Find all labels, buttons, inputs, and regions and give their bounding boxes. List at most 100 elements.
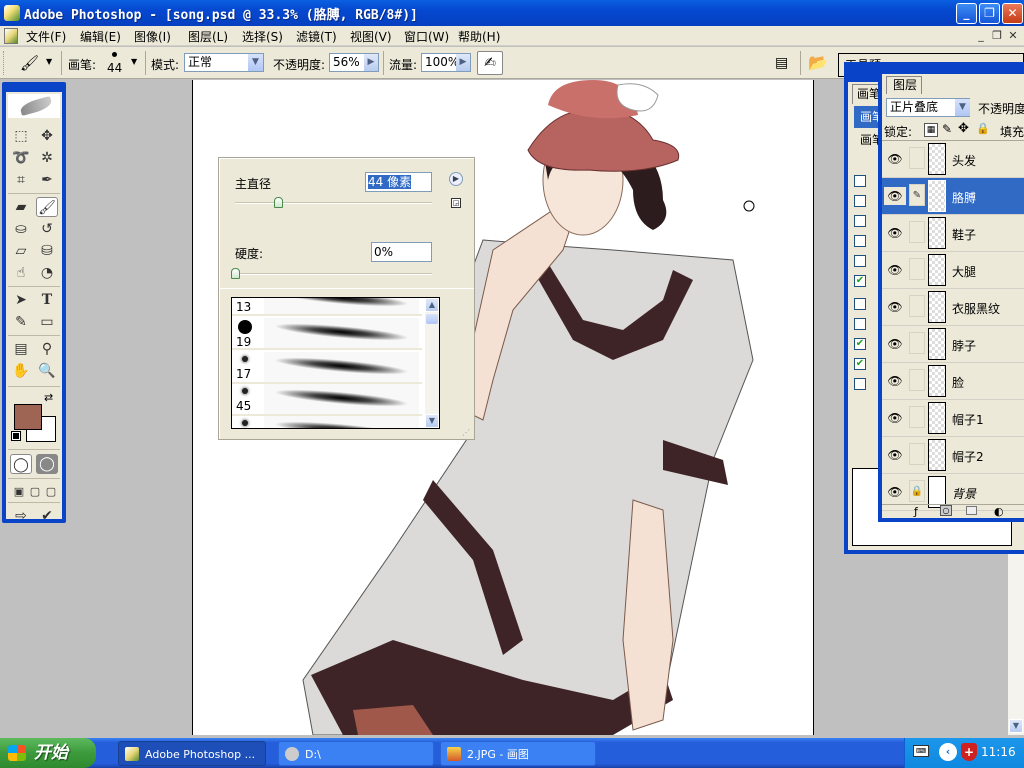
scroll-thumb[interactable]	[426, 314, 438, 324]
security-shield-icon[interactable]: +	[961, 743, 977, 761]
eye-icon[interactable]: 👁	[884, 483, 906, 501]
menu-edit[interactable]: 编辑(E)	[80, 28, 121, 45]
new-group-icon[interactable]	[966, 506, 977, 515]
minimize-button[interactable]: _	[956, 3, 977, 24]
checkmark-icon[interactable]: ✔	[36, 506, 58, 526]
scroll-down-icon[interactable]: ▼	[1009, 719, 1023, 733]
hardness-field[interactable]: 0%	[371, 242, 432, 262]
brush-preset-item[interactable]: 19	[232, 318, 422, 350]
smudge-tool-icon[interactable]: ☝	[10, 263, 32, 283]
hardness-slider-thumb[interactable]	[231, 268, 240, 279]
eye-icon[interactable]: 👁	[884, 372, 906, 390]
option-checkbox[interactable]	[854, 318, 866, 330]
popup-menu-arrow-icon[interactable]: ▶	[449, 172, 463, 186]
scroll-up-icon[interactable]: ▲	[425, 298, 439, 312]
options-grip[interactable]	[3, 51, 6, 75]
brush-edit-icon[interactable]: ✎	[909, 184, 925, 206]
menu-layer[interactable]: 图层(L)	[188, 28, 228, 45]
palette-menu-icon[interactable]: ▤	[775, 55, 788, 71]
paint-bucket-tool-icon[interactable]: ⛁	[36, 241, 58, 261]
layer-row[interactable]: 👁 大腿	[882, 252, 1024, 289]
option-checkbox[interactable]	[854, 175, 866, 187]
option-checkbox[interactable]	[854, 298, 866, 310]
option-checkbox-checked[interactable]: ✔	[854, 275, 866, 287]
chevron-down-icon[interactable]: ▼	[247, 54, 263, 71]
quick-mask-mode-icon[interactable]: ◯	[36, 454, 58, 474]
layer-row[interactable]: 👁 鞋子	[882, 215, 1024, 252]
magic-wand-tool-icon[interactable]: ✲	[36, 148, 58, 168]
brush-preset-item[interactable]: 17	[232, 352, 422, 384]
layer-row[interactable]: 👁 帽子2	[882, 437, 1024, 474]
adobe-feather-logo[interactable]	[8, 94, 60, 118]
brush-list-scrollbar[interactable]: ▲ ▼	[425, 298, 439, 428]
clock[interactable]: 11:16	[981, 745, 1016, 759]
marquee-tool-icon[interactable]: ⬚	[10, 126, 32, 146]
close-button[interactable]: ✕	[1002, 3, 1023, 24]
layer-row[interactable]: 👁 帽子1	[882, 400, 1024, 437]
swap-colors-icon[interactable]: ⇄	[44, 391, 53, 404]
eye-icon[interactable]: 👁	[884, 224, 906, 242]
layer-row[interactable]: 👁 衣服黑纹	[882, 289, 1024, 326]
option-checkbox-checked[interactable]: ✔	[854, 338, 866, 350]
eye-icon[interactable]: 👁	[884, 261, 906, 279]
tab-layers[interactable]: 图层	[886, 76, 922, 94]
layer-link-box[interactable]	[909, 258, 925, 280]
menu-view[interactable]: 视图(V)	[350, 28, 392, 45]
eye-icon[interactable]: 👁	[884, 446, 906, 464]
brush-preset-item[interactable]: 45	[232, 384, 422, 416]
lasso-tool-icon[interactable]: ➰	[10, 148, 32, 168]
jump-to-imageready-icon[interactable]: ⇨	[10, 506, 32, 526]
layer-row[interactable]: 👁 头发	[882, 141, 1024, 178]
resize-grip-icon[interactable]: ⋰	[462, 428, 470, 437]
taskbar-item-drive[interactable]: D:\	[278, 741, 434, 766]
flow-slider-arrow-icon[interactable]: ▶	[456, 54, 470, 71]
default-colors-icon[interactable]	[11, 431, 21, 441]
diameter-slider[interactable]	[235, 202, 432, 204]
chevron-down-icon[interactable]: ▼	[954, 99, 970, 116]
shape-tool-icon[interactable]: ▭	[36, 312, 58, 332]
taskbar-item-paint[interactable]: 2.JPG - 画图	[440, 741, 596, 766]
brush-dropdown-icon[interactable]: ▼	[131, 57, 137, 66]
scroll-down-icon[interactable]: ▼	[425, 414, 439, 428]
brush-tip-icon[interactable]	[112, 52, 117, 57]
menu-file[interactable]: 文件(F)	[26, 28, 66, 45]
lock-all-icon[interactable]: 🔒	[976, 122, 990, 135]
lock-transparency-icon[interactable]: ▦	[924, 123, 938, 137]
healing-brush-tool-icon[interactable]: ▰	[10, 197, 32, 217]
eye-icon[interactable]: 👁	[884, 187, 906, 205]
add-mask-icon[interactable]: ○	[940, 505, 952, 516]
move-tool-icon[interactable]: ✥	[36, 126, 58, 146]
layer-link-box[interactable]	[909, 443, 925, 465]
notes-tool-icon[interactable]: ▤	[10, 339, 32, 359]
history-brush-tool-icon[interactable]: ↺	[36, 219, 58, 239]
layer-link-box[interactable]	[909, 332, 925, 354]
standard-mode-icon[interactable]: ◯	[10, 454, 32, 474]
layer-link-box[interactable]	[909, 221, 925, 243]
eye-icon[interactable]: 👁	[884, 298, 906, 316]
path-selection-tool-icon[interactable]: ➤	[10, 290, 32, 310]
foreground-color-swatch[interactable]	[14, 404, 42, 430]
taskbar-item-photoshop[interactable]: Adobe Photoshop ...	[118, 741, 266, 766]
start-button[interactable]: 开始	[0, 738, 96, 768]
crop-tool-icon[interactable]: ⌗	[10, 170, 32, 190]
layer-link-box[interactable]	[909, 406, 925, 428]
brush-preset-item[interactable]	[232, 416, 422, 428]
layer-row[interactable]: 👁 脖子	[882, 326, 1024, 363]
eraser-tool-icon[interactable]: ▱	[10, 241, 32, 261]
option-checkbox-checked[interactable]: ✔	[854, 358, 866, 370]
layer-row[interactable]: 👁 脸	[882, 363, 1024, 400]
slice-tool-icon[interactable]: ✒	[36, 170, 58, 190]
brush-preset-icon[interactable]: 🖌	[20, 54, 39, 72]
brush-size[interactable]: 44	[107, 61, 122, 75]
file-browser-icon[interactable]: 📂	[808, 53, 828, 72]
layer-link-box[interactable]	[909, 147, 925, 169]
menu-image[interactable]: 图像(I)	[134, 28, 171, 45]
menu-filter[interactable]: 滤镜(T)	[296, 28, 337, 45]
menu-select[interactable]: 选择(S)	[242, 28, 283, 45]
lock-position-icon[interactable]: ✥	[958, 121, 969, 136]
doc-minimize-button[interactable]: _	[974, 29, 988, 43]
brush-preset-item[interactable]: 13	[232, 298, 422, 316]
keyboard-icon[interactable]: ⌨	[913, 745, 929, 757]
doc-restore-button[interactable]: ❐	[990, 29, 1004, 43]
doc-close-button[interactable]: ✕	[1006, 29, 1020, 43]
